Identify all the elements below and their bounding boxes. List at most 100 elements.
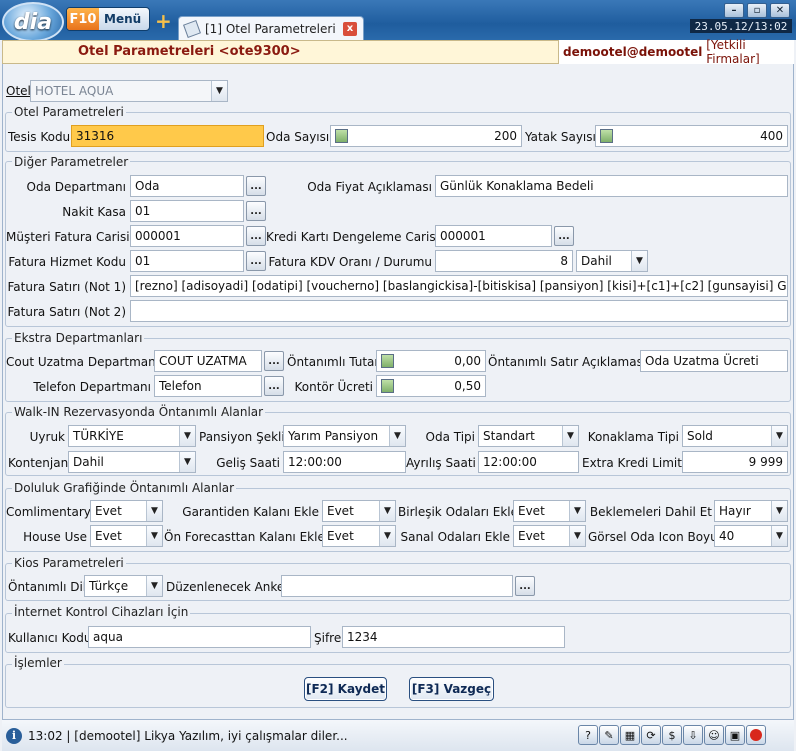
konaklama-select[interactable]: Sold ▼ <box>682 425 788 447</box>
chevron-down-icon[interactable]: ▼ <box>569 526 585 546</box>
chevron-down-icon[interactable]: ▼ <box>379 501 395 521</box>
company-link[interactable]: [Yetkili Firmalar] <box>706 38 794 66</box>
chevron-down-icon[interactable]: ▼ <box>179 426 195 446</box>
house-select[interactable]: Evet ▼ <box>90 525 163 547</box>
nakit-kasa-input[interactable]: 01 <box>130 200 244 222</box>
ekstra-departmanlari-legend: Ekstra Departmanları <box>12 331 145 345</box>
dia-logo[interactable]: dia <box>2 2 64 42</box>
kontor-input[interactable]: 0,50 <box>376 375 486 397</box>
close-window-button[interactable]: ✕ <box>770 3 790 18</box>
oda-departmani-lookup-button[interactable]: ... <box>246 176 266 196</box>
icon-boyu-select[interactable]: 40 ▼ <box>714 525 788 547</box>
anket-lookup-button[interactable]: ... <box>515 576 535 596</box>
fatura-kdv-input[interactable]: 8 <box>435 250 573 272</box>
telefon-lookup-button[interactable]: ... <box>264 376 284 396</box>
telefon-input[interactable]: Telefon <box>154 375 262 397</box>
fatura-hizmet-input[interactable]: 01 <box>130 250 244 272</box>
status-message: | [demootel] Likya Yazılım, iyi çalışmal… <box>66 728 348 743</box>
close-tab-icon[interactable]: x <box>343 21 357 36</box>
yatak-sayisi-input[interactable]: 400 <box>595 125 788 147</box>
oda-departmani-input[interactable]: Oda <box>130 175 244 197</box>
nakit-kasa-lookup-button[interactable]: ... <box>246 201 266 221</box>
save-button[interactable]: [F2] Kaydet <box>304 677 387 701</box>
help-icon[interactable]: ? <box>578 725 598 745</box>
garantiden-select[interactable]: Evet ▼ <box>322 500 396 522</box>
chevron-down-icon[interactable]: ▼ <box>211 81 227 101</box>
maximize-button[interactable]: ▫ <box>747 3 767 18</box>
status-time: 13:02 <box>28 728 63 743</box>
gelis-input[interactable]: 12:00:00 <box>283 451 406 473</box>
chevron-down-icon[interactable]: ▼ <box>771 501 787 521</box>
anket-input[interactable] <box>281 575 513 597</box>
cancel-button[interactable]: [F3] Vazgeç <box>409 677 494 701</box>
menu-button[interactable]: F10 Menü <box>66 7 150 31</box>
cout-lookup-button[interactable]: ... <box>264 351 284 371</box>
chevron-down-icon[interactable]: ▼ <box>631 251 647 271</box>
chevron-down-icon[interactable]: ▼ <box>771 526 787 546</box>
calculator-icon[interactable] <box>381 354 394 368</box>
kredi-karti-lookup-button[interactable]: ... <box>554 226 574 246</box>
uyruk-select[interactable]: TÜRKİYE ▼ <box>68 425 196 447</box>
sifre-input[interactable]: 1234 <box>342 626 565 648</box>
kredi-karti-input[interactable]: 000001 <box>435 225 552 247</box>
refresh-icon[interactable]: ⟳ <box>641 725 661 745</box>
pansiyon-select[interactable]: Yarım Pansiyon ▼ <box>283 425 406 447</box>
oda-tipi-select[interactable]: Standart ▼ <box>478 425 579 447</box>
wrench-icon[interactable]: ✎ <box>599 725 619 745</box>
kullanici-input[interactable]: aqua <box>88 626 311 648</box>
chevron-down-icon[interactable]: ▼ <box>562 426 578 446</box>
lock-icon[interactable]: ▣ <box>725 725 745 745</box>
tesis-kodu-input[interactable]: 31316 <box>71 125 264 147</box>
chevron-down-icon[interactable]: ▼ <box>389 426 405 446</box>
not1-input[interactable]: [rezno] [adisoyadi] [odatipi] [voucherno… <box>130 275 788 297</box>
birlesik-select[interactable]: Evet ▼ <box>513 500 586 522</box>
kredi-input[interactable]: 9 999 <box>682 451 788 473</box>
calculator-tool-icon[interactable]: ▦ <box>620 725 640 745</box>
islemler-legend: İşlemler <box>12 656 64 670</box>
info-icon[interactable]: i <box>6 727 22 744</box>
tutar-input[interactable]: 0,00 <box>376 350 486 372</box>
chevron-down-icon[interactable]: ▼ <box>179 452 195 472</box>
satir-input[interactable]: Oda Uzatma Ücreti <box>640 350 788 372</box>
calculator-icon[interactable] <box>600 129 613 143</box>
yatak-sayisi-label: Yatak Sayısı <box>525 130 596 144</box>
minimize-button[interactable]: – <box>724 3 744 18</box>
f10-key-label: F10 <box>67 8 99 30</box>
gelis-label: Geliş Saati <box>216 456 280 470</box>
musteri-fatura-lookup-button[interactable]: ... <box>246 226 266 246</box>
otel-select[interactable]: HOTEL AQUA ▼ <box>30 80 228 102</box>
musteri-fatura-input[interactable]: 000001 <box>130 225 244 247</box>
oda-fiyat-input[interactable]: Günlük Konaklama Bedeli <box>435 175 788 197</box>
calculator-icon[interactable] <box>335 129 348 143</box>
ayrilis-label: Ayrılış Saati <box>406 456 476 470</box>
smiley-icon[interactable]: ☺ <box>704 725 724 745</box>
chevron-down-icon[interactable]: ▼ <box>771 426 787 446</box>
chevron-down-icon[interactable]: ▼ <box>146 526 162 546</box>
add-tab-icon[interactable]: + <box>155 9 172 33</box>
dil-select[interactable]: Türkçe ▼ <box>84 575 163 597</box>
forecast-select[interactable]: Evet ▼ <box>322 525 396 547</box>
fatura-hizmet-lookup-button[interactable]: ... <box>246 251 266 271</box>
fatura-kdv-durum-select[interactable]: Dahil ▼ <box>576 250 648 272</box>
oda-fiyat-label: Oda Fiyat Açıklaması <box>307 180 432 194</box>
chevron-down-icon[interactable]: ▼ <box>569 501 585 521</box>
download-icon[interactable]: ⇩ <box>683 725 703 745</box>
ayrilis-input[interactable]: 12:00:00 <box>478 451 579 473</box>
currency-icon[interactable]: $ <box>662 725 682 745</box>
oda-sayisi-input[interactable]: 200 <box>330 125 522 147</box>
cout-input[interactable]: COUT UZATMA <box>154 350 262 372</box>
tab-otel-parametreleri[interactable]: [1] Otel Parametreleri x <box>178 16 364 40</box>
fatura-hizmet-label: Fatura Hizmet Kodu <box>8 255 126 269</box>
chevron-down-icon[interactable]: ▼ <box>379 526 395 546</box>
exit-icon[interactable] <box>746 725 766 745</box>
sanal-select[interactable]: Evet ▼ <box>513 525 586 547</box>
beklemeleri-label: Beklemeleri Dahil Et <box>589 505 712 519</box>
calculator-icon[interactable] <box>381 379 394 393</box>
chevron-down-icon[interactable]: ▼ <box>146 501 162 521</box>
beklemeleri-select[interactable]: Hayır ▼ <box>714 500 788 522</box>
kontenjan-select[interactable]: Dahil ▼ <box>68 451 196 473</box>
chevron-down-icon[interactable]: ▼ <box>146 576 162 596</box>
not2-input[interactable] <box>130 300 788 322</box>
comlimentary-select[interactable]: Evet ▼ <box>90 500 163 522</box>
anket-label: Düzenlenecek Anket <box>166 580 290 594</box>
